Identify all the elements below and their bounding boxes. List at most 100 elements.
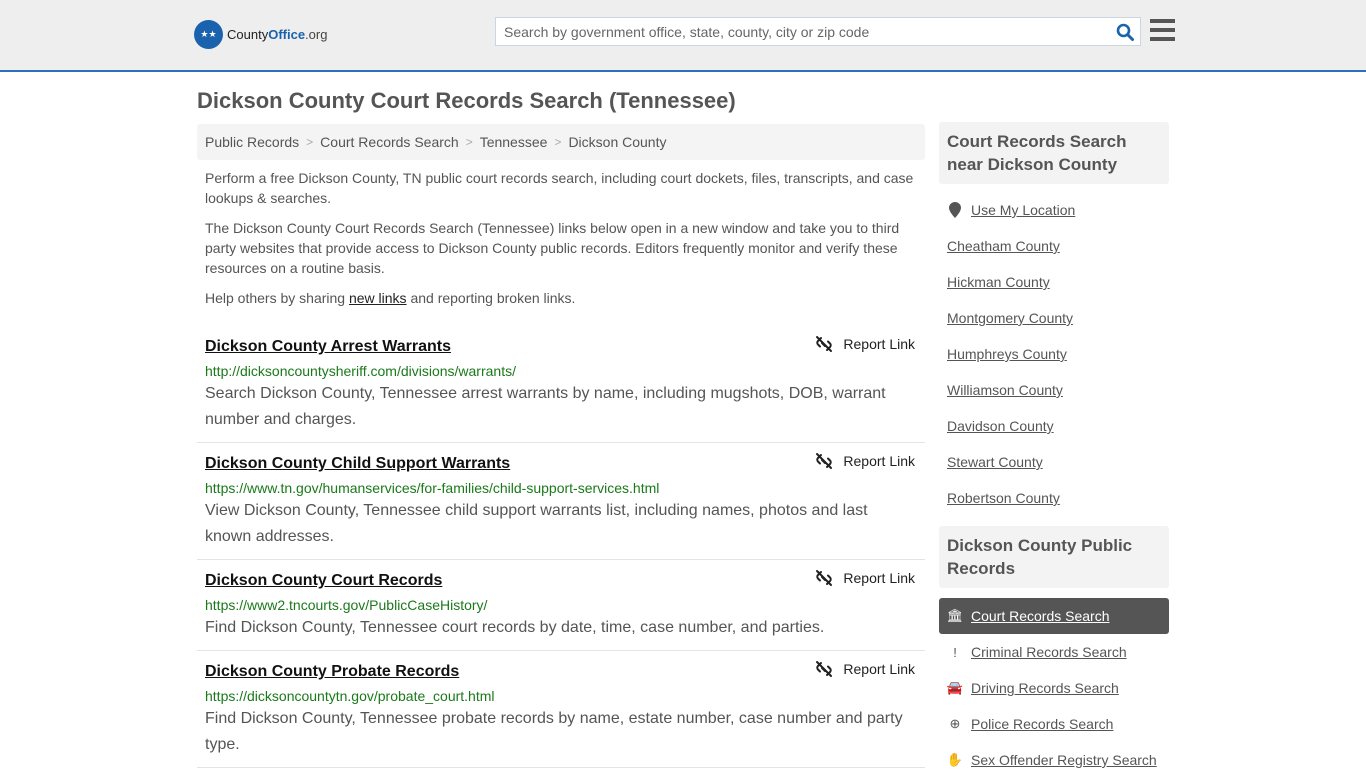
near-county-item[interactable]: Robertson County <box>939 480 1169 516</box>
intro-paragraph-3: Help others by sharing new links and rep… <box>205 288 917 308</box>
intro-paragraph-1: Perform a free Dickson County, TN public… <box>205 170 914 206</box>
near-counties-list: Use My Location Cheatham County Hickman C… <box>939 184 1169 522</box>
near-county-item[interactable]: Williamson County <box>939 372 1169 408</box>
breadcrumb-court-records-search[interactable]: Court Records Search <box>320 134 459 150</box>
public-record-link[interactable]: Sex Offender Registry Search <box>971 752 1157 768</box>
public-record-item[interactable]: ✋ Sex Offender Registry Search <box>939 742 1169 778</box>
result-description: Find Dickson County, Tennessee court rec… <box>205 619 825 636</box>
search-input[interactable] <box>496 18 1110 45</box>
public-record-link[interactable]: Driving Records Search <box>971 680 1119 696</box>
result-title: Dickson County Child Support Warrants <box>205 451 917 473</box>
intro-text-pre: Help others by sharing <box>205 290 349 306</box>
courthouse-icon: 🏛 <box>946 608 964 623</box>
breadcrumb-tennessee[interactable]: Tennessee <box>480 134 548 150</box>
result-title-link[interactable]: Dickson County Arrest Warrants <box>205 338 451 355</box>
near-county-item[interactable]: Davidson County <box>939 408 1169 444</box>
result-title-link[interactable]: Dickson County Probate Records <box>205 663 459 680</box>
intro-text: Perform a free Dickson County, TN public… <box>197 160 925 326</box>
intro-paragraph-2: The Dickson County Court Records Search … <box>205 220 900 276</box>
result-url[interactable]: https://www.tn.gov/humanservices/for-fam… <box>205 480 917 496</box>
near-county-item[interactable]: Humphreys County <box>939 336 1169 372</box>
main-content: Public Records > Court Records Search > Te… <box>197 124 925 768</box>
broken-link-icon <box>816 336 833 352</box>
car-icon: 🚘 <box>946 680 964 695</box>
result-url[interactable]: https://dicksoncountytn.gov/probate_cour… <box>205 688 917 704</box>
report-link-label: Report Link <box>843 336 915 352</box>
near-county-link[interactable]: Robertson County <box>947 490 1060 506</box>
result-item: Dickson County Child Support Warrants Re… <box>197 443 925 560</box>
public-records-section-title: Dickson County Public Records <box>939 526 1169 588</box>
near-county-item[interactable]: Cheatham County <box>939 228 1169 264</box>
report-link-button[interactable]: Report Link <box>815 452 915 470</box>
hamburger-menu-icon[interactable] <box>1150 19 1175 42</box>
search-button[interactable] <box>1110 18 1140 45</box>
exclamation-icon: ! <box>953 644 957 660</box>
results-list: Dickson County Arrest Warrants Report Li… <box>197 326 925 768</box>
result-url[interactable]: https://www2.tncourts.gov/PublicCaseHist… <box>205 597 917 613</box>
breadcrumb-public-records[interactable]: Public Records <box>205 134 299 150</box>
near-county-item[interactable]: Hickman County <box>939 264 1169 300</box>
near-county-item[interactable]: Montgomery County <box>939 300 1169 336</box>
public-record-item[interactable]: ! Criminal Records Search <box>939 634 1169 670</box>
breadcrumb-separator: > <box>465 135 473 149</box>
public-record-link[interactable]: Police Records Search <box>971 716 1113 732</box>
report-link-button[interactable]: Report Link <box>815 335 915 353</box>
result-title: Dickson County Probate Records <box>205 659 917 681</box>
report-link-button[interactable]: Report Link <box>815 660 915 678</box>
result-description: Search Dickson County, Tennessee arrest … <box>205 385 886 428</box>
result-title: Dickson County Court Records <box>205 568 917 590</box>
public-records-list: 🏛 Court Records Search! Criminal Records S… <box>939 588 1169 784</box>
search-bar <box>495 17 1141 46</box>
near-county-item[interactable]: Stewart County <box>939 444 1169 480</box>
broken-link-icon <box>816 661 833 677</box>
sidebar: Court Records Search near Dickson County… <box>939 122 1169 784</box>
report-link-label: Report Link <box>843 661 915 677</box>
new-links-link[interactable]: new links <box>349 290 407 306</box>
near-county-link[interactable]: Cheatham County <box>947 238 1060 254</box>
crosshairs-icon: ⊕ <box>949 716 961 731</box>
site-logo[interactable]: ★★ CountyOffice.org <box>194 20 327 49</box>
result-description: Find Dickson County, Tennessee probate r… <box>205 710 903 753</box>
near-county-link[interactable]: Humphreys County <box>947 346 1067 362</box>
report-link-button[interactable]: Report Link <box>815 569 915 587</box>
page-title: Dickson County Court Records Search (Ten… <box>197 88 736 113</box>
near-county-link[interactable]: Stewart County <box>947 454 1043 470</box>
logo-text-county: County <box>227 27 269 42</box>
public-record-link[interactable]: Court Records Search <box>971 608 1110 624</box>
result-url[interactable]: http://dicksoncountysheriff.com/division… <box>205 363 917 379</box>
broken-link-icon <box>816 453 833 469</box>
result-item: Dickson County Probate Records Report Li… <box>197 651 925 768</box>
result-title-link[interactable]: Dickson County Court Records <box>205 572 442 589</box>
logo-text-org: .org <box>305 27 328 42</box>
result-title-link[interactable]: Dickson County Child Support Warrants <box>205 455 510 472</box>
breadcrumb-separator: > <box>554 135 562 149</box>
hand-icon: ✋ <box>946 752 964 767</box>
breadcrumb-separator: > <box>306 135 314 149</box>
intro-text-post: and reporting broken links. <box>406 290 576 306</box>
eagle-logo-icon: ★★ <box>194 20 223 49</box>
report-link-label: Report Link <box>843 453 915 469</box>
use-my-location-item[interactable]: Use My Location <box>939 192 1169 228</box>
breadcrumb: Public Records > Court Records Search > Te… <box>197 124 925 160</box>
near-county-link[interactable]: Montgomery County <box>947 310 1073 326</box>
near-county-link[interactable]: Hickman County <box>947 274 1050 290</box>
public-record-item[interactable]: ⊕ Police Records Search <box>939 706 1169 742</box>
map-marker-icon <box>947 202 963 218</box>
site-header: ★★ CountyOffice.org <box>0 0 1366 72</box>
result-description: View Dickson County, Tennessee child sup… <box>205 502 868 545</box>
public-record-item[interactable]: 🏛 Court Records Search <box>939 598 1169 634</box>
public-record-item[interactable]: 🚘 Driving Records Search <box>939 670 1169 706</box>
near-section-title: Court Records Search near Dickson County <box>939 122 1169 184</box>
logo-text-office: Office <box>268 27 306 42</box>
result-title: Dickson County Arrest Warrants <box>205 334 917 356</box>
public-record-link[interactable]: Criminal Records Search <box>971 644 1127 660</box>
report-link-label: Report Link <box>843 570 915 586</box>
use-my-location-link[interactable]: Use My Location <box>971 202 1075 218</box>
search-icon <box>1116 23 1134 41</box>
result-item: Dickson County Court Records Report Link… <box>197 560 925 651</box>
near-county-link[interactable]: Davidson County <box>947 418 1054 434</box>
result-item: Dickson County Arrest Warrants Report Li… <box>197 326 925 443</box>
breadcrumb-dickson-county[interactable]: Dickson County <box>568 134 666 150</box>
broken-link-icon <box>816 570 833 586</box>
near-county-link[interactable]: Williamson County <box>947 382 1063 398</box>
